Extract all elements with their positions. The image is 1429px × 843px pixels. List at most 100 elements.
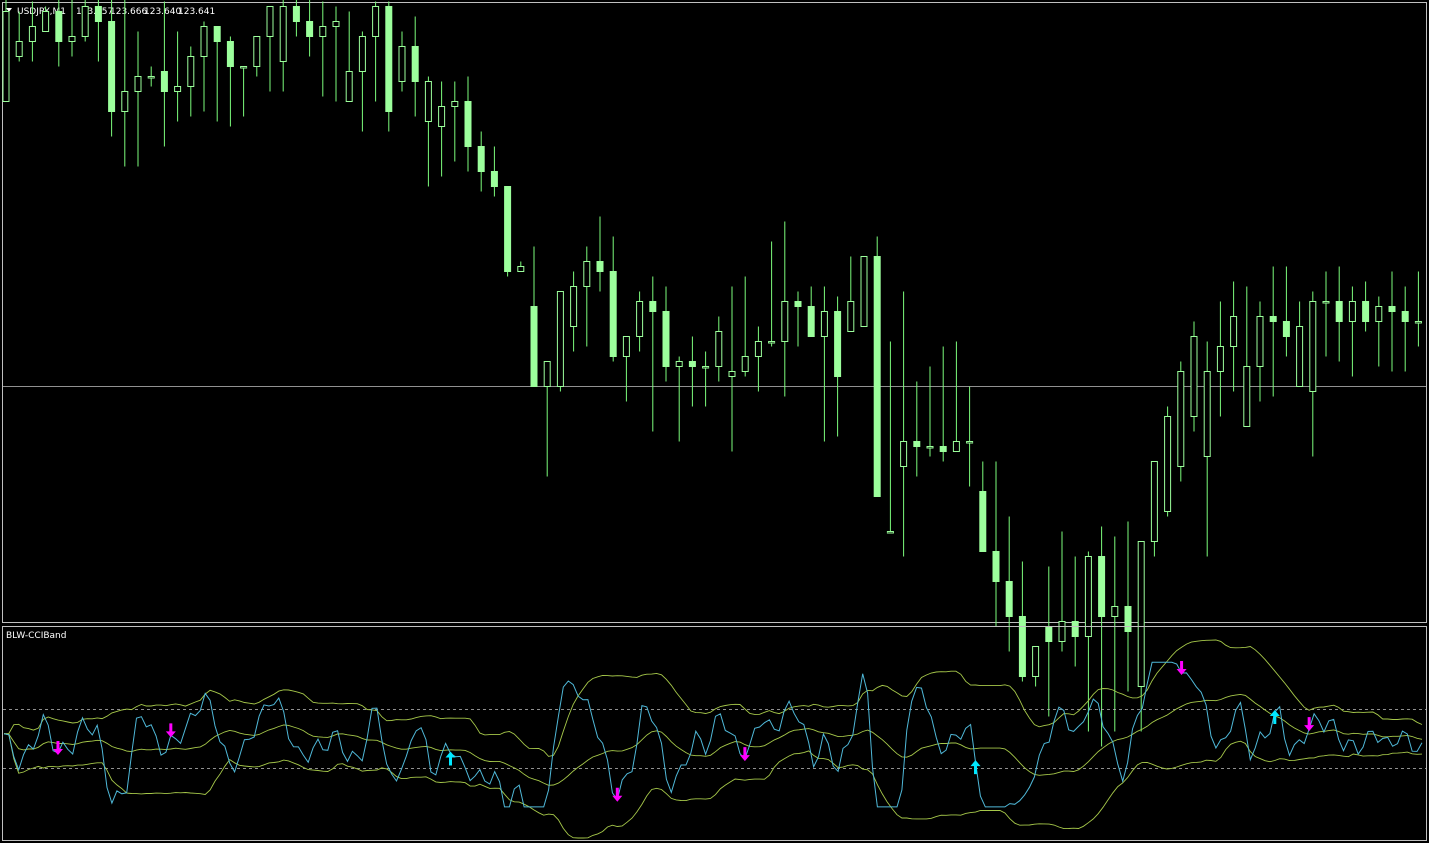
candle <box>1309 301 1317 392</box>
candle <box>1230 316 1238 347</box>
candle <box>952 441 960 452</box>
indicator-name: BLW-CCIBand <box>6 631 66 641</box>
candle <box>807 306 815 337</box>
candle <box>345 71 353 102</box>
candle <box>1137 541 1145 687</box>
candle <box>715 331 723 367</box>
candle <box>570 286 578 327</box>
candle <box>768 341 776 344</box>
candle <box>451 101 459 107</box>
candle <box>174 86 182 92</box>
candle <box>1348 301 1356 322</box>
chart-canvas[interactable]: USDJPY,M1 123.657 123.666 123.640 123.64… <box>0 0 1429 843</box>
candle <box>1322 301 1330 304</box>
candle <box>411 46 419 82</box>
candle <box>1375 306 1383 322</box>
candle <box>55 11 63 42</box>
candle <box>477 146 485 172</box>
candle <box>622 336 630 357</box>
candle <box>134 76 142 92</box>
candle <box>886 531 894 534</box>
ohlc-high: 123.666 <box>110 7 147 17</box>
candle <box>1296 326 1304 387</box>
candle <box>860 256 868 327</box>
candle <box>213 26 221 42</box>
candle <box>609 271 617 357</box>
candle <box>913 441 921 447</box>
candle <box>900 441 908 467</box>
candle <box>68 36 76 42</box>
candle <box>226 41 234 67</box>
candle <box>490 171 498 187</box>
candle <box>596 261 604 272</box>
candle <box>385 6 393 112</box>
candle <box>121 91 129 112</box>
candle <box>253 36 261 67</box>
candle <box>1058 621 1066 642</box>
candle <box>1190 336 1198 417</box>
candle <box>1203 371 1211 457</box>
candle <box>1256 316 1264 367</box>
candle <box>147 76 155 79</box>
candle <box>306 21 314 37</box>
candle <box>398 46 406 82</box>
price-pane-header: USDJPY,M1 123.657 123.666 123.640 123.64… <box>6 7 215 17</box>
candle <box>94 6 102 22</box>
candle <box>1335 301 1343 322</box>
candle <box>754 341 762 357</box>
candle <box>847 301 855 332</box>
candle <box>1414 321 1422 324</box>
candle <box>649 301 657 312</box>
candle <box>1018 616 1026 677</box>
candle <box>319 26 327 37</box>
candle <box>504 186 512 272</box>
candle <box>81 6 89 37</box>
candle <box>675 361 683 367</box>
ohlc-low: 123.640 <box>144 7 181 17</box>
candle <box>1388 306 1396 312</box>
candle <box>2 11 10 102</box>
candle <box>108 21 116 112</box>
candle <box>1045 626 1053 642</box>
candle <box>834 311 842 377</box>
candle <box>728 371 736 377</box>
candle <box>279 6 287 62</box>
candle <box>517 266 525 272</box>
candle <box>741 356 749 372</box>
candle <box>1177 371 1185 467</box>
candle <box>240 66 248 69</box>
candle <box>1401 311 1409 322</box>
ohlc-close: 123.641 <box>178 7 215 17</box>
candle <box>820 311 828 337</box>
candle <box>781 301 789 342</box>
candle <box>873 256 881 497</box>
candle <box>1084 556 1092 637</box>
candle <box>372 6 380 37</box>
candle <box>583 261 591 287</box>
candle <box>1032 646 1040 677</box>
candle <box>926 446 934 449</box>
candle <box>556 291 564 387</box>
candle <box>42 11 50 32</box>
candle <box>1111 606 1119 617</box>
candle <box>1216 346 1224 372</box>
candle <box>1362 301 1370 322</box>
candle <box>292 6 300 22</box>
candle <box>1150 461 1158 542</box>
candle <box>530 306 538 387</box>
candle <box>1071 621 1079 637</box>
candle <box>1098 556 1106 617</box>
candle <box>332 21 340 27</box>
candle <box>1243 366 1251 427</box>
chart-background <box>0 0 1429 843</box>
candle <box>15 41 23 57</box>
candle <box>794 301 802 307</box>
candle <box>939 446 947 452</box>
candle <box>464 101 472 147</box>
candle <box>702 366 710 369</box>
candle <box>28 26 36 42</box>
candle <box>1282 321 1290 337</box>
candle <box>1005 581 1013 617</box>
candle <box>1269 316 1277 322</box>
candle <box>187 56 195 87</box>
